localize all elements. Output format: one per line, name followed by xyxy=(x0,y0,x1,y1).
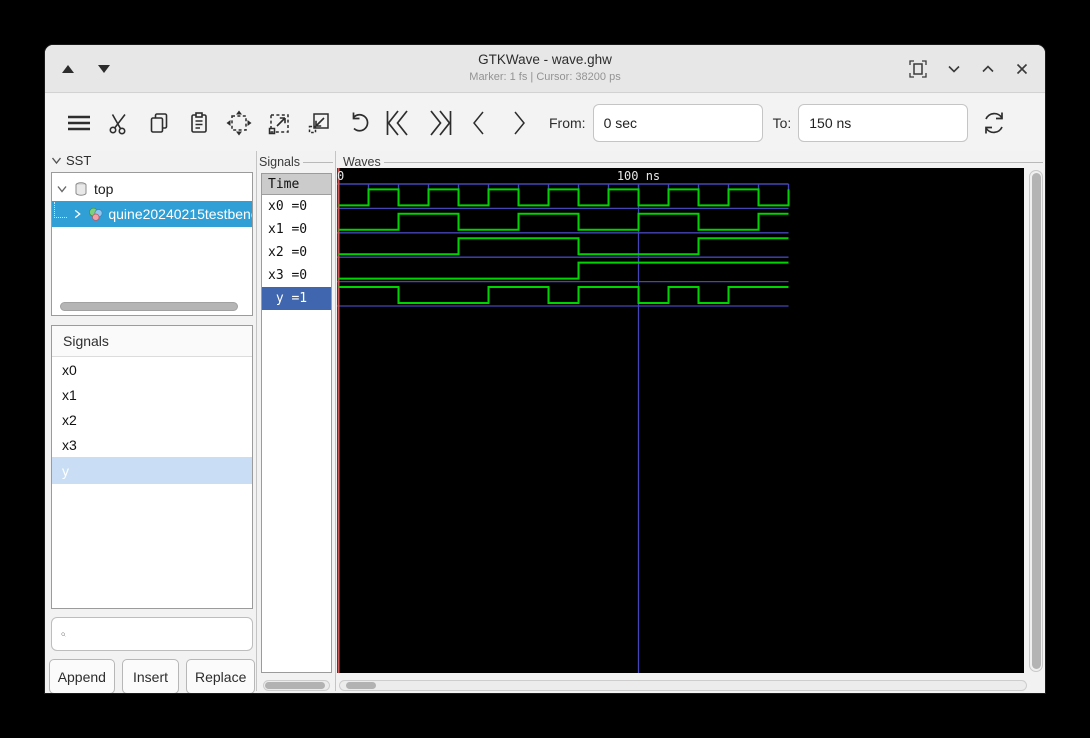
undo-arrow-icon xyxy=(352,112,369,132)
wave-names-hscrollbar[interactable] xyxy=(263,680,330,691)
signal-search-box[interactable] xyxy=(51,617,253,651)
refresh-icon xyxy=(985,112,1004,133)
close-icon xyxy=(1016,63,1028,75)
sst-label: SST xyxy=(66,153,92,168)
sst-header[interactable]: SST xyxy=(51,153,91,168)
chevron-up-icon xyxy=(982,65,994,73)
list-item-x0[interactable]: x0 xyxy=(52,357,252,382)
waves-label: Waves xyxy=(343,155,381,169)
keep-below-button[interactable] xyxy=(93,58,115,80)
list-item-y[interactable]: y xyxy=(52,457,252,484)
triangle-up-icon xyxy=(62,65,74,73)
zoom-fit-icon xyxy=(226,110,252,135)
fullscreen-button[interactable] xyxy=(907,58,929,80)
go-to-start-button[interactable] xyxy=(379,103,419,143)
copy-icon xyxy=(150,112,168,133)
to-label: To: xyxy=(772,114,792,131)
expander-down-icon xyxy=(51,157,62,165)
minimize-button[interactable] xyxy=(945,60,963,78)
scrollbar-thumb[interactable] xyxy=(1031,173,1041,669)
keep-above-button[interactable] xyxy=(57,58,79,80)
svg-text:100 ns: 100 ns xyxy=(617,169,660,183)
hamburger-icon xyxy=(68,115,90,130)
replace-button[interactable]: Replace xyxy=(186,659,255,693)
gtkwave-window: GTKWave - wave.ghw Marker: 1 fs | Cursor… xyxy=(44,44,1046,694)
tree-item-label: top xyxy=(94,180,114,197)
clipboard-icon xyxy=(191,111,207,133)
list-item-x2[interactable]: x2 xyxy=(52,407,252,432)
search-icon xyxy=(61,631,66,636)
chevron-left-icon xyxy=(473,111,484,134)
scissors-icon xyxy=(109,113,126,134)
wave-row-y[interactable]: y =1 xyxy=(262,287,331,310)
from-input[interactable] xyxy=(592,103,763,142)
zoom-out-button[interactable] xyxy=(299,103,339,143)
append-button[interactable]: Append xyxy=(49,659,115,693)
from-label: From: xyxy=(549,114,586,131)
to-input[interactable] xyxy=(798,103,969,142)
wave-name-column: Time x0 =0 x1 =0 x2 =0 x3 =0 y =1 xyxy=(261,173,332,673)
waves-vscrollbar[interactable] xyxy=(1029,170,1043,672)
zoom-fit-button[interactable] xyxy=(219,103,259,143)
go-to-end-button[interactable] xyxy=(419,103,459,143)
list-item-x3[interactable]: x3 xyxy=(52,432,252,457)
wave-row-x0[interactable]: x0 =0 xyxy=(262,195,331,218)
expander-down-icon xyxy=(57,185,67,193)
zoom-in-icon xyxy=(268,113,289,134)
module-bubbles-icon xyxy=(88,207,103,221)
marker-cursor-status: Marker: 1 fs | Cursor: 38200 ps xyxy=(469,71,621,83)
menu-button[interactable] xyxy=(59,103,99,143)
pane-splitter-right[interactable] xyxy=(335,151,336,691)
search-input[interactable] xyxy=(72,618,252,650)
wave-row-x1[interactable]: x1 =0 xyxy=(262,218,331,241)
waveform-plot: 0 100 ns xyxy=(337,168,790,673)
copy-button[interactable] xyxy=(139,103,179,143)
sst-tree: top quine20240215testbench xyxy=(51,172,253,316)
insert-button[interactable]: Insert xyxy=(121,659,180,693)
scrollbar-thumb[interactable] xyxy=(265,682,325,689)
titlebar[interactable]: GTKWave - wave.ghw Marker: 1 fs | Cursor… xyxy=(45,45,1045,93)
undo-button[interactable] xyxy=(339,103,379,143)
skip-to-start-icon xyxy=(386,109,408,136)
zoom-in-button[interactable] xyxy=(259,103,299,143)
database-icon xyxy=(75,181,87,196)
svg-text:0: 0 xyxy=(337,169,344,183)
toolbar: From: To: xyxy=(45,94,1045,151)
waveform-canvas[interactable]: 0 100 ns xyxy=(337,168,1024,673)
frame-line xyxy=(383,161,1043,163)
chevron-down-icon xyxy=(948,65,960,73)
zoom-out-icon xyxy=(308,112,329,133)
triangle-down-icon xyxy=(98,65,110,73)
tree-item-top[interactable]: top xyxy=(52,176,252,201)
frame-line xyxy=(303,161,333,163)
signal-list-header: Signals xyxy=(52,326,252,357)
signal-search-list: Signals x0 x1 x2 x3 y xyxy=(51,325,253,609)
main-area: SST top quine20240215testbench Signals x… xyxy=(45,151,1045,693)
wave-row-x2[interactable]: x2 =0 xyxy=(262,241,331,264)
list-item-x1[interactable]: x1 xyxy=(52,382,252,407)
chevron-right-icon xyxy=(514,111,525,134)
tree-item-label: quine20240215testbench xyxy=(108,206,252,222)
tree-branch-line xyxy=(54,202,67,218)
expander-right-icon xyxy=(74,209,81,219)
prev-edge-button[interactable] xyxy=(459,103,499,143)
close-button[interactable] xyxy=(1013,60,1031,78)
paste-button[interactable] xyxy=(179,103,219,143)
skip-to-end-icon xyxy=(430,109,452,136)
fullscreen-icon xyxy=(909,60,927,78)
next-edge-button[interactable] xyxy=(499,103,539,143)
window-title: GTKWave - wave.ghw xyxy=(478,52,612,67)
waves-hscrollbar[interactable] xyxy=(339,680,1027,691)
cut-button[interactable] xyxy=(99,103,139,143)
tree-item-testbench[interactable]: quine20240215testbench xyxy=(52,201,252,227)
sst-horizontal-scrollbar[interactable] xyxy=(60,302,238,311)
reload-button[interactable] xyxy=(974,103,1014,143)
wave-row-x3[interactable]: x3 =0 xyxy=(262,264,331,287)
time-header[interactable]: Time xyxy=(262,174,331,195)
pane-splitter-left[interactable] xyxy=(256,151,257,691)
scrollbar-thumb[interactable] xyxy=(346,682,376,689)
maximize-button[interactable] xyxy=(979,60,997,78)
wave-signals-label: Signals xyxy=(259,155,300,169)
